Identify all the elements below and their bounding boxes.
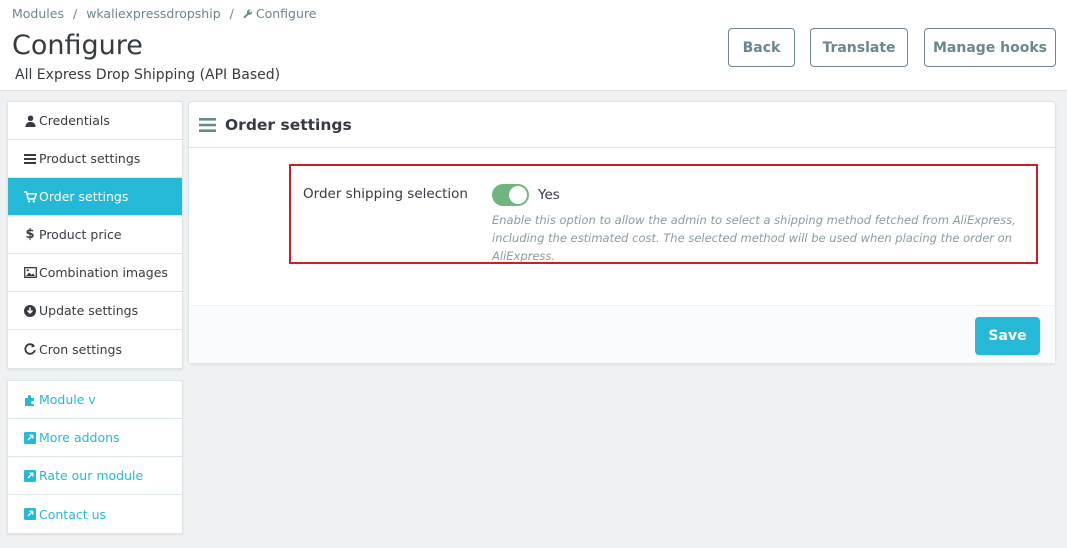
external-link-icon bbox=[23, 508, 37, 520]
breadcrumb-separator: / bbox=[72, 6, 78, 21]
order-settings-panel: Order settings Order shipping selection … bbox=[188, 101, 1056, 364]
link-label: Contact us bbox=[39, 506, 107, 522]
puzzle-icon bbox=[23, 394, 37, 406]
toggle-value-text: Yes bbox=[538, 187, 560, 203]
wrench-icon bbox=[243, 9, 253, 18]
sidebar-item-label: Product settings bbox=[39, 151, 141, 166]
link-more-addons[interactable]: More addons bbox=[8, 419, 182, 457]
sidebar-item-product-price[interactable]: $ Product price bbox=[8, 216, 182, 254]
settings-menu: Credentials Product settings Order setti… bbox=[7, 101, 183, 369]
page-subtitle: All Express Drop Shipping (API Based) bbox=[15, 67, 281, 83]
link-contact-us[interactable]: Contact us bbox=[8, 495, 182, 533]
toggle-knob bbox=[509, 186, 527, 204]
save-button[interactable]: Save bbox=[975, 317, 1040, 355]
sidebar-item-label: Update settings bbox=[39, 303, 139, 318]
panel-title: Order settings bbox=[225, 115, 352, 134]
bars-icon bbox=[199, 117, 216, 132]
bars-icon bbox=[23, 153, 37, 164]
image-icon bbox=[23, 267, 37, 278]
links-menu: Module v More addons Rate our module Con… bbox=[7, 380, 183, 534]
link-module-version[interactable]: Module v bbox=[8, 381, 182, 419]
help-text: Enable this option to allow the admin to… bbox=[492, 213, 1016, 263]
download-circle-icon bbox=[23, 304, 37, 317]
panel-heading: Order settings bbox=[189, 102, 1055, 148]
sidebar-item-label: Cron settings bbox=[39, 341, 122, 357]
page-title: Configure bbox=[12, 30, 143, 61]
breadcrumb-modules[interactable]: Modules bbox=[12, 6, 64, 21]
order-shipping-selection-toggle[interactable] bbox=[492, 184, 529, 206]
cart-icon bbox=[23, 190, 37, 203]
page-header: Modules / wkaliexpressdropship / Configu… bbox=[0, 0, 1067, 91]
sidebar-item-order-settings[interactable]: Order settings bbox=[8, 178, 182, 216]
sidebar-item-label: Order settings bbox=[39, 189, 129, 204]
breadcrumb-module-name[interactable]: wkaliexpressdropship bbox=[86, 6, 220, 21]
breadcrumb-separator: / bbox=[229, 6, 234, 21]
sidebar-item-update-settings[interactable]: Update settings bbox=[8, 292, 182, 330]
translate-button[interactable]: Translate bbox=[810, 28, 908, 67]
refresh-icon bbox=[23, 343, 37, 355]
external-link-icon bbox=[23, 431, 37, 444]
manage-hooks-button[interactable]: Manage hooks bbox=[924, 28, 1056, 67]
sidebar-item-label: Combination images bbox=[39, 265, 168, 280]
sidebar-item-credentials[interactable]: Credentials bbox=[8, 102, 182, 140]
link-label: More addons bbox=[39, 430, 120, 445]
dollar-icon: $ bbox=[25, 227, 35, 242]
link-label: Module v bbox=[39, 392, 96, 407]
back-button[interactable]: Back bbox=[728, 28, 795, 67]
external-link-icon bbox=[23, 469, 37, 482]
sidebar-item-cron-settings[interactable]: Cron settings bbox=[8, 330, 182, 368]
sidebar-item-product-settings[interactable]: Product settings bbox=[8, 140, 182, 178]
link-rate-module[interactable]: Rate our module bbox=[8, 457, 182, 495]
sidebar-item-combination-images[interactable]: Combination images bbox=[8, 254, 182, 292]
sidebar-item-label: Product price bbox=[39, 227, 122, 242]
sidebar-item-label: Credentials bbox=[39, 113, 110, 128]
breadcrumb: Modules / wkaliexpressdropship / Configu… bbox=[12, 6, 316, 21]
order-shipping-selection-label: Order shipping selection bbox=[303, 186, 468, 202]
panel-footer: Save bbox=[189, 305, 1055, 363]
user-icon bbox=[23, 115, 37, 127]
breadcrumb-configure: Configure bbox=[255, 6, 317, 21]
link-label: Rate our module bbox=[39, 468, 144, 483]
